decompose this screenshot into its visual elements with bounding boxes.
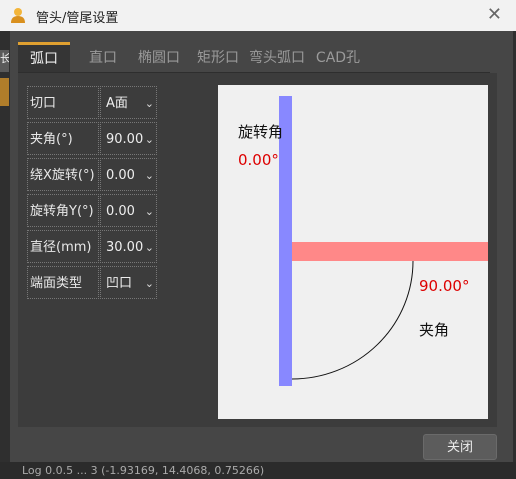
tab-bar: 弧口 直口 椭圆口 矩形口 弯头弧口 CAD孔 [18,42,368,72]
rot-x-value: 0.00 [106,168,135,183]
end-type-value: 凹口 [106,276,133,291]
diameter-value: 30.00 [106,240,144,255]
background-fragment-top: 长 [0,50,9,72]
chevron-down-icon: ⌄ [144,205,154,218]
window-title: 管头/管尾设置 [36,11,119,26]
chevron-down-icon: ⌄ [144,241,154,254]
chevron-down-icon: ⌄ [144,277,154,290]
rot-x-input[interactable]: 0.00 ⌄ [100,158,157,191]
rot-x-label: 绕X旋转(°) [27,158,99,191]
form-row-rot-x: 绕X旋转(°) 0.00 ⌄ [27,158,157,191]
status-bar: Log 0.0.5 ... 3 (-1.93169, 14.4068, 0.75… [0,462,516,479]
tab-rect-cut[interactable]: 矩形口 [190,42,246,72]
tab-elbow-arc-cut[interactable]: 弯头弧口 [246,42,308,72]
close-icon[interactable]: ✕ [487,5,502,25]
diameter-label: 直径(mm) [27,230,99,263]
form-row-rot-y: 旋转角Y(°) 0.00 ⌄ [27,194,157,227]
chevron-down-icon: ⌄ [144,133,154,146]
rotation-value: 0.00° [238,151,279,169]
tab-arc-cut[interactable]: 弧口 [18,42,70,72]
angle-value-text: 90.00° [419,277,470,295]
rotation-label: 旋转角 [238,123,284,141]
title-bar: 管头/管尾设置 ✕ [0,0,516,31]
cut-select[interactable]: A面 ⌄ [100,86,157,119]
cut-label: 切口 [27,86,99,119]
chevron-down-icon: ⌄ [144,97,154,110]
horizontal-tube-bar [292,242,488,261]
diameter-input[interactable]: 30.00 ⌄ [100,230,157,263]
close-button[interactable]: 关闭 [423,434,497,460]
angle-arc [291,260,414,380]
tab-cad-hole[interactable]: CAD孔 [312,42,364,72]
preview-canvas: 旋转角 0.00° 90.00° 夹角 [218,85,488,419]
tab-ellipse-cut[interactable]: 椭圆口 [131,42,187,72]
chevron-down-icon: ⌄ [144,169,154,182]
form-row-cut: 切口 A面 ⌄ [27,86,157,119]
form-row-angle: 夹角(°) 90.00 ⌄ [27,122,157,155]
angle-value: 90.00 [106,132,144,147]
rot-y-value: 0.00 [106,204,135,219]
cut-value: A面 [106,96,128,111]
rot-y-label: 旋转角Y(°) [27,194,99,227]
end-type-label: 端面类型 [27,266,99,299]
angle-label-text: 夹角 [419,321,450,339]
app-person-icon [11,8,25,23]
form-row-diameter: 直径(mm) 30.00 ⌄ [27,230,157,263]
end-type-select[interactable]: 凹口 ⌄ [100,266,157,299]
background-fragment-highlight [0,78,9,106]
angle-input[interactable]: 90.00 ⌄ [100,122,157,155]
rot-y-input[interactable]: 0.00 ⌄ [100,194,157,227]
tab-straight-cut[interactable]: 直口 [78,42,128,72]
angle-label: 夹角(°) [27,122,99,155]
form-row-end-type: 端面类型 凹口 ⌄ [27,266,157,299]
